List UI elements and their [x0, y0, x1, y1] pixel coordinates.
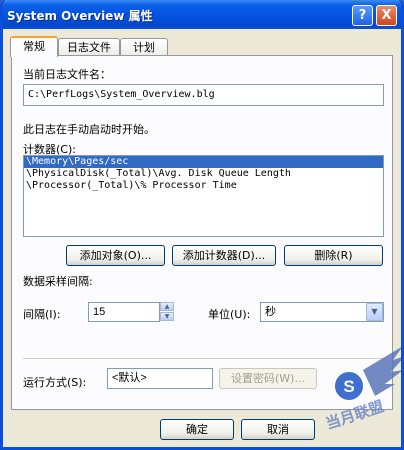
- chevron-down-icon[interactable]: ▼: [366, 303, 383, 321]
- watermark-text: 当月联盟: [323, 397, 386, 430]
- status-text: 此日志在手动启动时开始。: [23, 123, 155, 136]
- add-objects-button[interactable]: 添加对象(O)...: [66, 245, 165, 266]
- run-as-input[interactable]: <默认>: [107, 368, 213, 389]
- sampling-label: 数据采样间隔:: [23, 275, 93, 288]
- interval-label: 间隔(I):: [23, 308, 61, 321]
- log-file-field[interactable]: C:\PerfLogs\System_Overview.blg: [23, 84, 384, 106]
- ok-button[interactable]: 确定: [160, 419, 234, 440]
- run-as-label: 运行方式(S):: [23, 376, 87, 389]
- list-item[interactable]: \PhysicalDisk(_Total)\Avg. Disk Queue Le…: [24, 168, 383, 180]
- properties-dialog: System Overview 属性 ? X 常规 日志文件 计划 当前日志文件…: [0, 0, 404, 450]
- close-button[interactable]: X: [376, 5, 397, 26]
- svg-text:S: S: [343, 377, 354, 396]
- title-bar[interactable]: System Overview 属性 ? X: [3, 0, 401, 29]
- watermark-logo: S 当月联盟: [323, 347, 401, 430]
- units-label: 单位(U):: [208, 308, 251, 321]
- interval-stepper[interactable]: ▲ ▼: [160, 302, 174, 322]
- add-counters-button[interactable]: 添加计数器(D)...: [172, 245, 276, 266]
- log-file-label: 当前日志文件名：: [23, 68, 111, 81]
- tab-general[interactable]: 常规: [10, 36, 58, 57]
- counters-list[interactable]: \Memory\Pages/sec \PhysicalDisk(_Total)\…: [23, 155, 384, 237]
- tab-schedule[interactable]: 计划: [120, 38, 168, 56]
- spin-up-icon[interactable]: ▲: [160, 302, 174, 311]
- spin-down-icon[interactable]: ▼: [160, 312, 174, 321]
- help-button[interactable]: ?: [352, 5, 373, 26]
- interval-input[interactable]: 15: [88, 302, 160, 322]
- list-item[interactable]: \Processor(_Total)\% Processor Time: [24, 180, 383, 192]
- remove-button[interactable]: 删除(R): [284, 245, 383, 266]
- tab-log-files[interactable]: 日志文件: [58, 38, 120, 56]
- window-title: System Overview 属性: [7, 9, 153, 23]
- list-item[interactable]: \Memory\Pages/sec: [24, 156, 383, 168]
